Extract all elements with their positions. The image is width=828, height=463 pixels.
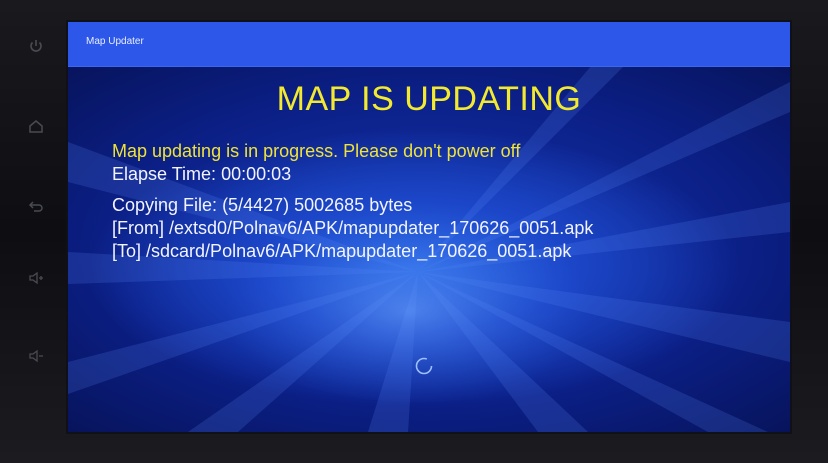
source-path-value: /extsd0/Polnav6/APK/mapupdater_170626_00…	[169, 218, 594, 238]
device-screen: Map Updater MAP IS UPDATING Map updating…	[68, 22, 790, 432]
destination-path-line: [To] /sdcard/Polnav6/APK/mapupdater_1706…	[112, 240, 772, 263]
device-side-buttons	[18, 30, 54, 390]
elapse-time-value: 00:00:03	[221, 164, 292, 184]
copying-file-progress: (5/4427)	[222, 195, 290, 215]
volume-up-icon[interactable]	[18, 262, 54, 294]
elapse-time-line: Elapse Time: 00:00:03	[112, 163, 772, 186]
copying-file-label: Copying File:	[112, 195, 218, 215]
destination-path-value: /sdcard/Polnav6/APK/mapupdater_170626_00…	[146, 241, 572, 261]
update-status-panel: Map updating is in progress. Please don'…	[112, 140, 772, 263]
source-path-label: [From]	[112, 218, 164, 238]
copying-file-bytes: 5002685 bytes	[294, 195, 413, 215]
loading-spinner-icon	[415, 357, 433, 375]
home-icon[interactable]	[18, 110, 54, 142]
power-warning-text: Map updating is in progress. Please don'…	[112, 141, 521, 161]
app-title-bar: Map Updater	[68, 22, 790, 67]
source-path-line: [From] /extsd0/Polnav6/APK/mapupdater_17…	[112, 217, 772, 240]
page-title: MAP IS UPDATING	[276, 80, 582, 118]
app-title: Map Updater	[86, 36, 144, 47]
volume-down-icon[interactable]	[18, 340, 54, 372]
elapse-time-label: Elapse Time:	[112, 164, 217, 184]
back-icon[interactable]	[18, 190, 54, 222]
copying-file-line: Copying File: (5/4427) 5002685 bytes	[112, 194, 772, 217]
power-icon[interactable]	[18, 30, 54, 62]
destination-path-label: [To]	[112, 241, 142, 261]
